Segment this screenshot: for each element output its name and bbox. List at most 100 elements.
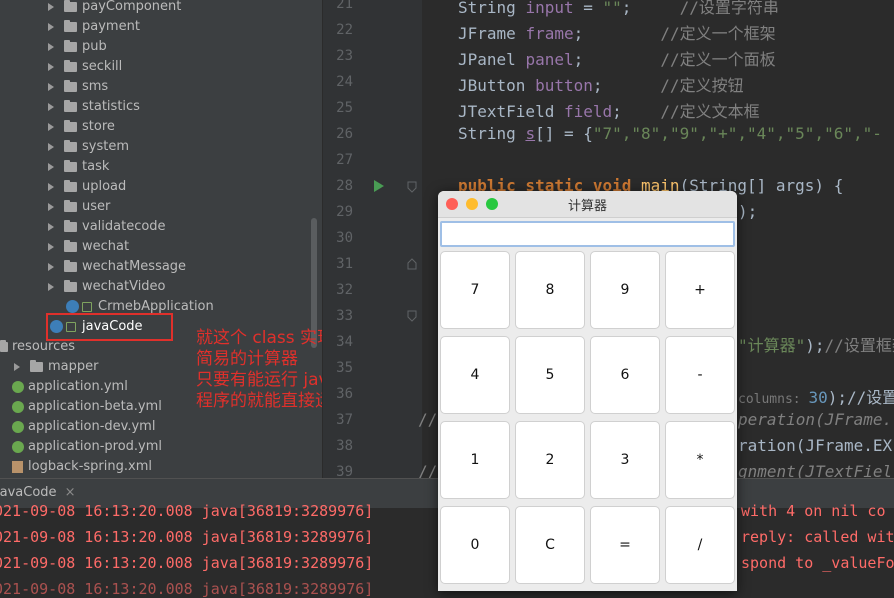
yml-file-icon xyxy=(12,380,24,393)
folder-icon xyxy=(64,39,77,52)
expand-arrow-icon[interactable] xyxy=(48,22,54,31)
key-clear-button[interactable]: C xyxy=(515,506,585,584)
key-1-button[interactable]: 1 xyxy=(440,421,510,499)
log-line: 021-09-08 16:13:20.008 java[36819:328997… xyxy=(0,554,383,572)
tab-javacode[interactable]: javaCode × xyxy=(0,485,76,500)
tree-item-application-dev-yml[interactable]: application-dev.yml xyxy=(12,417,155,437)
folder-icon xyxy=(64,79,77,92)
expand-arrow-icon[interactable] xyxy=(48,142,54,151)
folder-icon xyxy=(64,0,77,12)
expand-arrow-icon[interactable] xyxy=(48,282,54,291)
expand-arrow-icon[interactable] xyxy=(48,162,54,171)
tree-item-wechatvideo[interactable]: wechatVideo xyxy=(48,277,166,297)
tree-item-store[interactable]: store xyxy=(48,117,115,137)
line-number: 35 xyxy=(336,360,353,376)
key-minus-button[interactable]: - xyxy=(665,336,735,414)
line-number: 27 xyxy=(336,152,353,168)
key-divide-button[interactable]: / xyxy=(665,506,735,584)
folder-icon xyxy=(64,99,77,112)
expand-arrow-icon[interactable] xyxy=(14,362,20,371)
fold-icon[interactable] xyxy=(407,181,417,193)
log-line: 021-09-08 16:13:20.008 java[36819:328997… xyxy=(0,580,383,598)
key-3-button[interactable]: 3 xyxy=(590,421,660,499)
tree-item-paycomponent[interactable]: payComponent xyxy=(48,0,181,17)
folder-icon xyxy=(64,219,77,232)
expand-arrow-icon[interactable] xyxy=(48,2,54,11)
expand-arrow-icon[interactable] xyxy=(48,102,54,111)
line-number: 29 xyxy=(336,204,353,220)
tree-item-payment[interactable]: payment xyxy=(48,17,140,37)
tree-item-mapper[interactable]: mapper xyxy=(14,357,98,377)
display-field[interactable] xyxy=(440,221,735,247)
key-0-button[interactable]: 0 xyxy=(440,506,510,584)
tree-item-wechatmessage[interactable]: wechatMessage xyxy=(48,257,186,277)
code-line-23: JPanel panel; //定义一个面板 xyxy=(458,50,776,69)
calculator-window: 计算器 7 8 9 +4 5 6- 1 2 3 * 0 C = / xyxy=(438,191,737,591)
line-number: 26 xyxy=(336,126,353,142)
window-titlebar[interactable]: 计算器 xyxy=(438,191,737,218)
tree-item-pub[interactable]: pub xyxy=(48,37,107,57)
key-plus-button[interactable]: + xyxy=(665,251,735,329)
tree-item-seckill[interactable]: seckill xyxy=(48,57,122,77)
tree-item-task[interactable]: task xyxy=(48,157,109,177)
key-multiply-button[interactable]: * xyxy=(665,421,735,499)
folder-icon xyxy=(64,119,77,132)
key-9-button[interactable]: 9 xyxy=(590,251,660,329)
log-line: 021-09-08 16:13:20.008 java[36819:328997… xyxy=(0,528,383,546)
code-line-37-tail: peration(JFrame. xyxy=(738,410,893,429)
key-4-button[interactable]: 4 xyxy=(440,336,510,414)
line-number: 32 xyxy=(336,282,353,298)
line-number-gutter: 21 22 23 24 25 26 27 28 29 30 31 32 33 3… xyxy=(322,0,423,480)
expand-arrow-icon[interactable] xyxy=(48,42,54,51)
code-line-36: columns: 30);//设置 xyxy=(738,388,894,407)
key-6-button[interactable]: 6 xyxy=(590,336,660,414)
fold-icon[interactable] xyxy=(407,258,417,270)
code-line-22: JFrame frame; //定义一个框架 xyxy=(458,24,776,43)
run-icon[interactable] xyxy=(373,180,385,192)
line-number: 34 xyxy=(336,334,353,350)
folder-icon xyxy=(64,19,77,32)
key-5-button[interactable]: 5 xyxy=(515,336,585,414)
tree-item-logback-spring-xml[interactable]: logback-spring.xml xyxy=(12,457,152,477)
tree-item-upload[interactable]: upload xyxy=(48,177,126,197)
tree-item-application-beta-yml[interactable]: application-beta.yml xyxy=(12,397,162,417)
tree-item-user[interactable]: user xyxy=(48,197,110,217)
tree-item-statistics[interactable]: statistics xyxy=(48,97,140,117)
line-number: 31 xyxy=(336,256,353,272)
expand-arrow-icon[interactable] xyxy=(48,222,54,231)
tree-item-application-prod-yml[interactable]: application-prod.yml xyxy=(12,437,162,457)
folder-icon xyxy=(64,179,77,192)
expand-arrow-icon[interactable] xyxy=(48,242,54,251)
line-number: 21 xyxy=(336,0,353,12)
key-equals-button[interactable]: = xyxy=(590,506,660,584)
key-2-button[interactable]: 2 xyxy=(515,421,585,499)
expand-arrow-icon[interactable] xyxy=(48,262,54,271)
key-8-button[interactable]: 8 xyxy=(515,251,585,329)
log-line-tail: with 4 on nil co xyxy=(741,502,886,520)
code-line-38: ration(JFrame.EX xyxy=(738,436,893,455)
tree-item-sms[interactable]: sms xyxy=(48,77,108,97)
tree-item-system[interactable]: system xyxy=(48,137,129,157)
line-number: 25 xyxy=(336,100,353,116)
expand-arrow-icon[interactable] xyxy=(48,202,54,211)
expand-arrow-icon[interactable] xyxy=(48,82,54,91)
line-number: 30 xyxy=(336,230,353,246)
code-line-26: String s[] = {"7","8","9","+","4","5","6… xyxy=(458,124,882,143)
expand-arrow-icon[interactable] xyxy=(48,122,54,131)
folder-icon xyxy=(64,199,77,212)
tree-item-application-yml[interactable]: application.yml xyxy=(12,377,128,397)
folder-icon xyxy=(64,139,77,152)
tree-item-wechat[interactable]: wechat xyxy=(48,237,129,257)
tree-item-validatecode[interactable]: validatecode xyxy=(48,217,166,237)
code-line-37: // xyxy=(418,410,438,429)
expand-arrow-icon[interactable] xyxy=(48,62,54,71)
key-7-button[interactable]: 7 xyxy=(440,251,510,329)
yml-file-icon xyxy=(12,420,24,433)
fold-icon[interactable] xyxy=(407,310,417,322)
highlight-box xyxy=(46,313,173,341)
expand-arrow-icon[interactable] xyxy=(48,182,54,191)
close-icon[interactable]: × xyxy=(65,485,76,500)
yml-file-icon xyxy=(12,440,24,453)
folder-icon xyxy=(64,59,77,72)
folder-icon xyxy=(64,159,77,172)
